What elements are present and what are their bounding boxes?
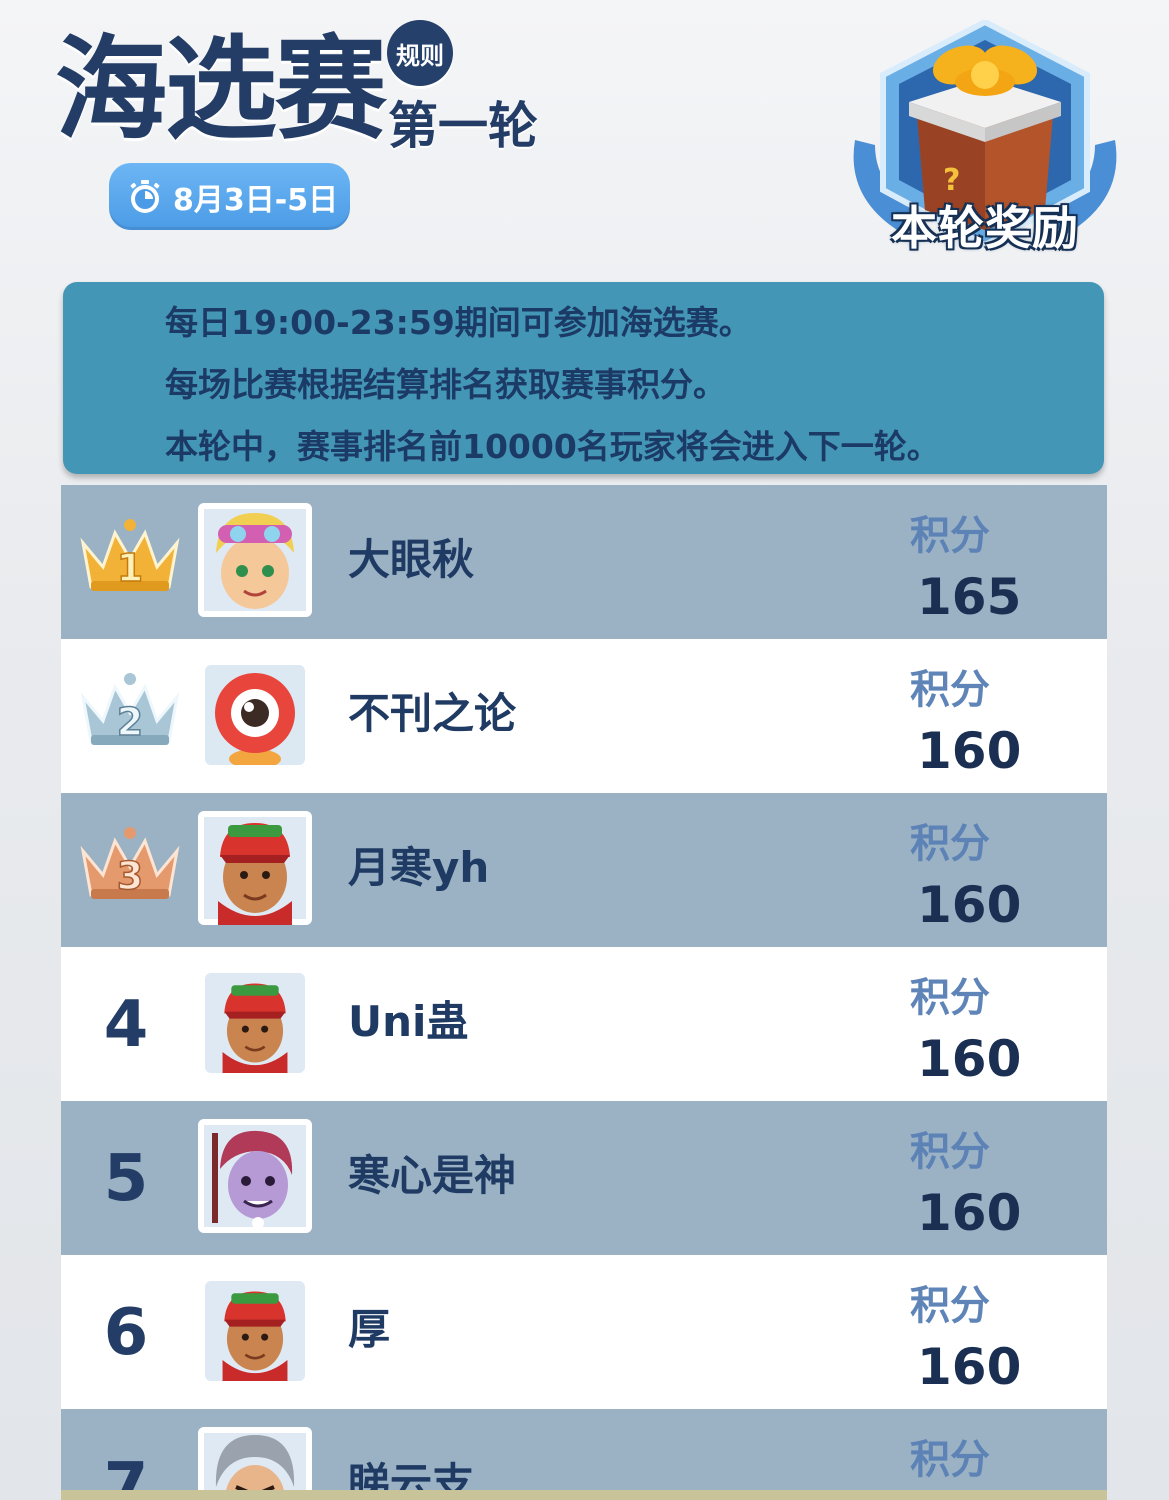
leaderboard-row[interactable]: 1 大眼秋 积分 165: [61, 485, 1107, 639]
leaderboard-row[interactable]: 7 睇云支 积分: [61, 1409, 1107, 1500]
avatar[interactable]: [205, 665, 305, 765]
rank-number: 5: [103, 1142, 149, 1216]
player-name: Uni蛊: [348, 997, 469, 1046]
rules-button[interactable]: 规则: [387, 20, 453, 86]
pink-goggles-girl-avatar-icon: [204, 509, 306, 611]
score-label: 积分: [910, 513, 990, 559]
rank-number: 4: [103, 988, 149, 1062]
rank-number: 6: [103, 1296, 149, 1370]
score-label: 积分: [910, 821, 990, 867]
bottom-panel-edge: [61, 1490, 1107, 1500]
leaderboard-list[interactable]: 1 大眼秋 积分 165 2 不刊之论 积分 160 3 月寒yh 积分 160…: [61, 485, 1107, 1500]
svg-text:1: 1: [117, 546, 143, 590]
player-name: 不刊之论: [348, 689, 517, 738]
leaderboard-row[interactable]: 5 寒心是神 积分 160: [61, 1101, 1107, 1255]
red-cap-boy-avatar-icon: [205, 1281, 305, 1381]
avatar[interactable]: [198, 503, 312, 617]
red-eye-logo-avatar-icon: [205, 665, 305, 765]
score-label: 积分: [910, 667, 990, 713]
leaderboard-row[interactable]: 2 不刊之论 积分 160: [61, 639, 1107, 793]
event-title: 海选赛: [55, 25, 387, 155]
date-range-badge: 8月3日-5日: [109, 163, 350, 230]
gold-crown-icon: 1: [80, 519, 180, 591]
red-cap-boy-avatar-icon: [204, 817, 306, 925]
score-label: 积分: [910, 975, 990, 1021]
avatar[interactable]: [198, 1119, 312, 1233]
avatar[interactable]: [205, 973, 305, 1073]
silver-crown-icon: 2: [80, 673, 180, 745]
round-label: 第一轮: [388, 97, 538, 155]
score-label: 积分: [910, 1283, 990, 1329]
reward-label: 本轮奖励: [891, 201, 1079, 255]
round-reward-button[interactable]: ? 本轮奖励: [845, 20, 1125, 260]
rules-info-banner: 每日19:00-23:59期间可参加海选赛。 每场比赛根据结算排名获取赛事积分。…: [63, 282, 1104, 474]
leaderboard-row[interactable]: 3 月寒yh 积分 160: [61, 793, 1107, 947]
bronze-crown-icon: 3: [80, 827, 180, 899]
stopwatch-icon: [130, 179, 160, 213]
score-label: 积分: [910, 1437, 990, 1483]
player-name: 厚: [348, 1305, 391, 1354]
score-value: 160: [917, 876, 1022, 934]
svg-text:3: 3: [117, 854, 143, 898]
date-range-text: 8月3日-5日: [173, 182, 339, 218]
score-value: 160: [917, 1338, 1022, 1396]
info-line-2: 每场比赛根据结算排名获取赛事积分。: [165, 365, 726, 404]
player-name: 月寒yh: [348, 843, 490, 892]
svg-text:2: 2: [117, 700, 143, 744]
info-line-3: 本轮中，赛事排名前10000名玩家将会进入下一轮。: [165, 427, 940, 466]
score-value: 160: [917, 1184, 1022, 1242]
score-value: 160: [917, 722, 1022, 780]
avatar[interactable]: [205, 1281, 305, 1381]
info-line-1: 每日19:00-23:59期间可参加海选赛。: [165, 303, 752, 342]
purple-zombie-girl-avatar-icon: [204, 1125, 306, 1229]
leaderboard-row[interactable]: 4 Uni蛊 积分 160: [61, 947, 1107, 1101]
score-value: 160: [917, 1030, 1022, 1088]
player-name: 大眼秋: [348, 535, 475, 584]
avatar[interactable]: [198, 811, 312, 925]
player-name: 寒心是神: [348, 1151, 517, 1200]
red-cap-boy-avatar-icon: [205, 973, 305, 1073]
leaderboard-row[interactable]: 6 厚 积分 160: [61, 1255, 1107, 1409]
score-value: 165: [917, 568, 1022, 626]
score-label: 积分: [910, 1129, 990, 1175]
